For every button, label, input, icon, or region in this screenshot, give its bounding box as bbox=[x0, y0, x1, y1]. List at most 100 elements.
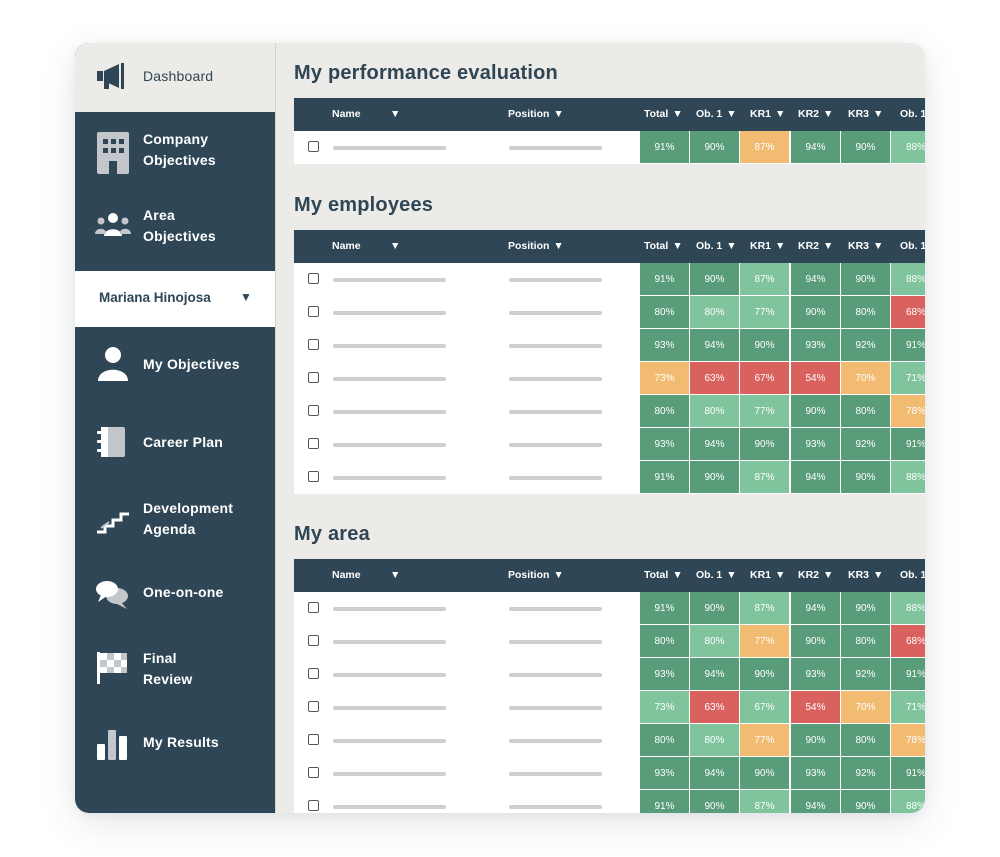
sidebar-item-label: Development Agenda bbox=[143, 500, 234, 537]
column-header[interactable]: Position ▼ bbox=[508, 108, 564, 120]
sidebar: Dashboard Company Objectives Area Object… bbox=[75, 43, 275, 813]
table-row[interactable]: 91% 90% 87% 94% 90% 88% bbox=[294, 461, 925, 494]
row-checkbox[interactable] bbox=[308, 339, 319, 350]
position-placeholder bbox=[509, 377, 602, 381]
sort-down-icon: ▼ bbox=[726, 569, 737, 581]
column-header[interactable]: Total ▼ bbox=[644, 569, 683, 581]
column-header[interactable]: Ob. 1 bbox=[900, 240, 925, 252]
column-header[interactable]: KR3 ▼ bbox=[848, 108, 883, 120]
building-icon bbox=[95, 130, 131, 174]
sort-down-icon: ▼ bbox=[553, 240, 564, 252]
sidebar-item-development-agenda[interactable]: Development Agenda bbox=[75, 488, 275, 560]
table-row[interactable]: 91% 90% 87% 94% 90% 88% bbox=[294, 790, 925, 813]
sort-down-icon: ▼ bbox=[775, 240, 786, 252]
sort-down-icon: ▼ bbox=[823, 108, 834, 120]
column-header[interactable]: Ob. 1 ▼ bbox=[696, 108, 737, 120]
row-checkbox[interactable] bbox=[308, 701, 319, 712]
table-row[interactable]: 91% 90% 87% 94% 90% 88% bbox=[294, 263, 925, 296]
row-checkbox[interactable] bbox=[308, 372, 319, 383]
sidebar-item-final-review[interactable]: Final Review bbox=[75, 638, 275, 710]
score-cell: 70% bbox=[841, 691, 891, 724]
score-cell: 90% bbox=[740, 757, 790, 790]
row-checkbox[interactable] bbox=[308, 438, 319, 449]
column-header-label: KR1 bbox=[750, 569, 772, 581]
score-cell: 92% bbox=[841, 757, 891, 790]
score-cell: 90% bbox=[690, 461, 740, 494]
column-header[interactable]: KR2 ▼ bbox=[798, 569, 833, 581]
name-placeholder bbox=[333, 607, 446, 611]
position-placeholder bbox=[509, 706, 602, 710]
column-header[interactable]: Ob. 1 bbox=[900, 108, 925, 120]
score-cell: 91% bbox=[891, 329, 925, 362]
table-row[interactable]: 80% 80% 77% 90% 80% 78% bbox=[294, 395, 925, 428]
position-placeholder bbox=[509, 640, 602, 644]
column-header[interactable]: Name ▼ bbox=[332, 240, 400, 252]
score-cell: 80% bbox=[640, 724, 690, 757]
row-checkbox[interactable] bbox=[308, 800, 319, 811]
sidebar-item-area-objectives[interactable]: Area Objectives bbox=[75, 198, 275, 270]
checkered-flag-icon bbox=[95, 650, 131, 686]
score-cell: 77% bbox=[740, 625, 790, 658]
sidebar-item-company-objectives[interactable]: Company Objectives bbox=[75, 118, 275, 198]
score-cell: 87% bbox=[740, 461, 790, 494]
column-header[interactable]: Ob. 1 ▼ bbox=[696, 569, 737, 581]
table-row[interactable]: 73% 63% 67% 54% 70% 71% bbox=[294, 362, 925, 395]
sidebar-item-label: Company Objectives bbox=[143, 131, 216, 168]
table-row[interactable]: 93% 94% 90% 93% 92% 91% bbox=[294, 428, 925, 461]
column-header[interactable]: Position ▼ bbox=[508, 240, 564, 252]
sidebar-item-my-objectives[interactable]: My Objectives bbox=[75, 338, 275, 398]
column-header-label: Ob. 1 bbox=[900, 240, 925, 252]
column-header[interactable]: KR1 ▼ bbox=[750, 240, 785, 252]
sidebar-item-my-results[interactable]: My Results bbox=[75, 718, 275, 778]
row-checkbox[interactable] bbox=[308, 306, 319, 317]
table-row[interactable]: 80% 80% 77% 90% 80% 78% bbox=[294, 724, 925, 757]
sort-down-icon: ▼ bbox=[873, 108, 884, 120]
column-header[interactable]: KR2 ▼ bbox=[798, 108, 833, 120]
score-cell: 94% bbox=[690, 757, 740, 790]
column-header-label: Ob. 1 bbox=[900, 108, 925, 120]
column-header[interactable]: Position ▼ bbox=[508, 569, 564, 581]
name-placeholder bbox=[333, 772, 446, 776]
row-checkbox[interactable] bbox=[308, 668, 319, 679]
column-header[interactable]: KR2 ▼ bbox=[798, 240, 833, 252]
name-placeholder bbox=[333, 739, 446, 743]
row-checkbox[interactable] bbox=[308, 471, 319, 482]
position-placeholder bbox=[509, 805, 602, 809]
table-row[interactable]: 91% 90% 87% 94% 90% 88% bbox=[294, 592, 925, 625]
row-checkbox[interactable] bbox=[308, 635, 319, 646]
sidebar-item-dashboard[interactable]: Dashboard bbox=[75, 43, 275, 112]
row-checkbox[interactable] bbox=[308, 405, 319, 416]
table-row[interactable]: 91% 90% 87% 94% 90% 88% bbox=[294, 131, 925, 164]
sidebar-item-career-plan[interactable]: Career Plan bbox=[75, 413, 275, 473]
row-checkbox[interactable] bbox=[308, 734, 319, 745]
column-header[interactable]: Name ▼ bbox=[332, 108, 400, 120]
column-header[interactable]: Ob. 1 ▼ bbox=[696, 240, 737, 252]
column-header[interactable]: Total ▼ bbox=[644, 240, 683, 252]
score-cell: 87% bbox=[740, 592, 790, 625]
table-row[interactable]: 93% 94% 90% 93% 92% 91% bbox=[294, 329, 925, 362]
column-header[interactable]: Ob. 1 bbox=[900, 569, 925, 581]
table-row[interactable]: 80% 80% 77% 90% 80% 68% bbox=[294, 625, 925, 658]
position-placeholder bbox=[509, 476, 602, 480]
row-checkbox[interactable] bbox=[308, 602, 319, 613]
score-cell: 90% bbox=[841, 263, 891, 296]
table-header: Name ▼ Position ▼ Total ▼ Ob. 1 ▼ KR1 ▼ KR2 ▼ KR3 ▼ Ob… bbox=[294, 230, 925, 263]
row-checkbox[interactable] bbox=[308, 141, 319, 152]
column-header[interactable]: KR3 ▼ bbox=[848, 240, 883, 252]
column-header[interactable]: Total ▼ bbox=[644, 108, 683, 120]
score-cell: 54% bbox=[791, 691, 841, 724]
table-row[interactable]: 73% 63% 67% 54% 70% 71% bbox=[294, 691, 925, 724]
column-header[interactable]: KR1 ▼ bbox=[750, 108, 785, 120]
table-row[interactable]: 80% 80% 77% 90% 80% 68% bbox=[294, 296, 925, 329]
table-row[interactable]: 93% 94% 90% 93% 92% 91% bbox=[294, 757, 925, 790]
column-header[interactable]: Name ▼ bbox=[332, 569, 400, 581]
score-cell: 71% bbox=[891, 691, 925, 724]
user-selector-dropdown[interactable]: Mariana Hinojosa ▼ bbox=[75, 271, 275, 327]
column-header[interactable]: KR3 ▼ bbox=[848, 569, 883, 581]
column-header[interactable]: KR1 ▼ bbox=[750, 569, 785, 581]
row-checkbox[interactable] bbox=[308, 273, 319, 284]
table-row[interactable]: 93% 94% 90% 93% 92% 91% bbox=[294, 658, 925, 691]
score-cell: 77% bbox=[740, 724, 790, 757]
row-checkbox[interactable] bbox=[308, 767, 319, 778]
sidebar-item-one-on-one[interactable]: One-on-one bbox=[75, 568, 275, 628]
